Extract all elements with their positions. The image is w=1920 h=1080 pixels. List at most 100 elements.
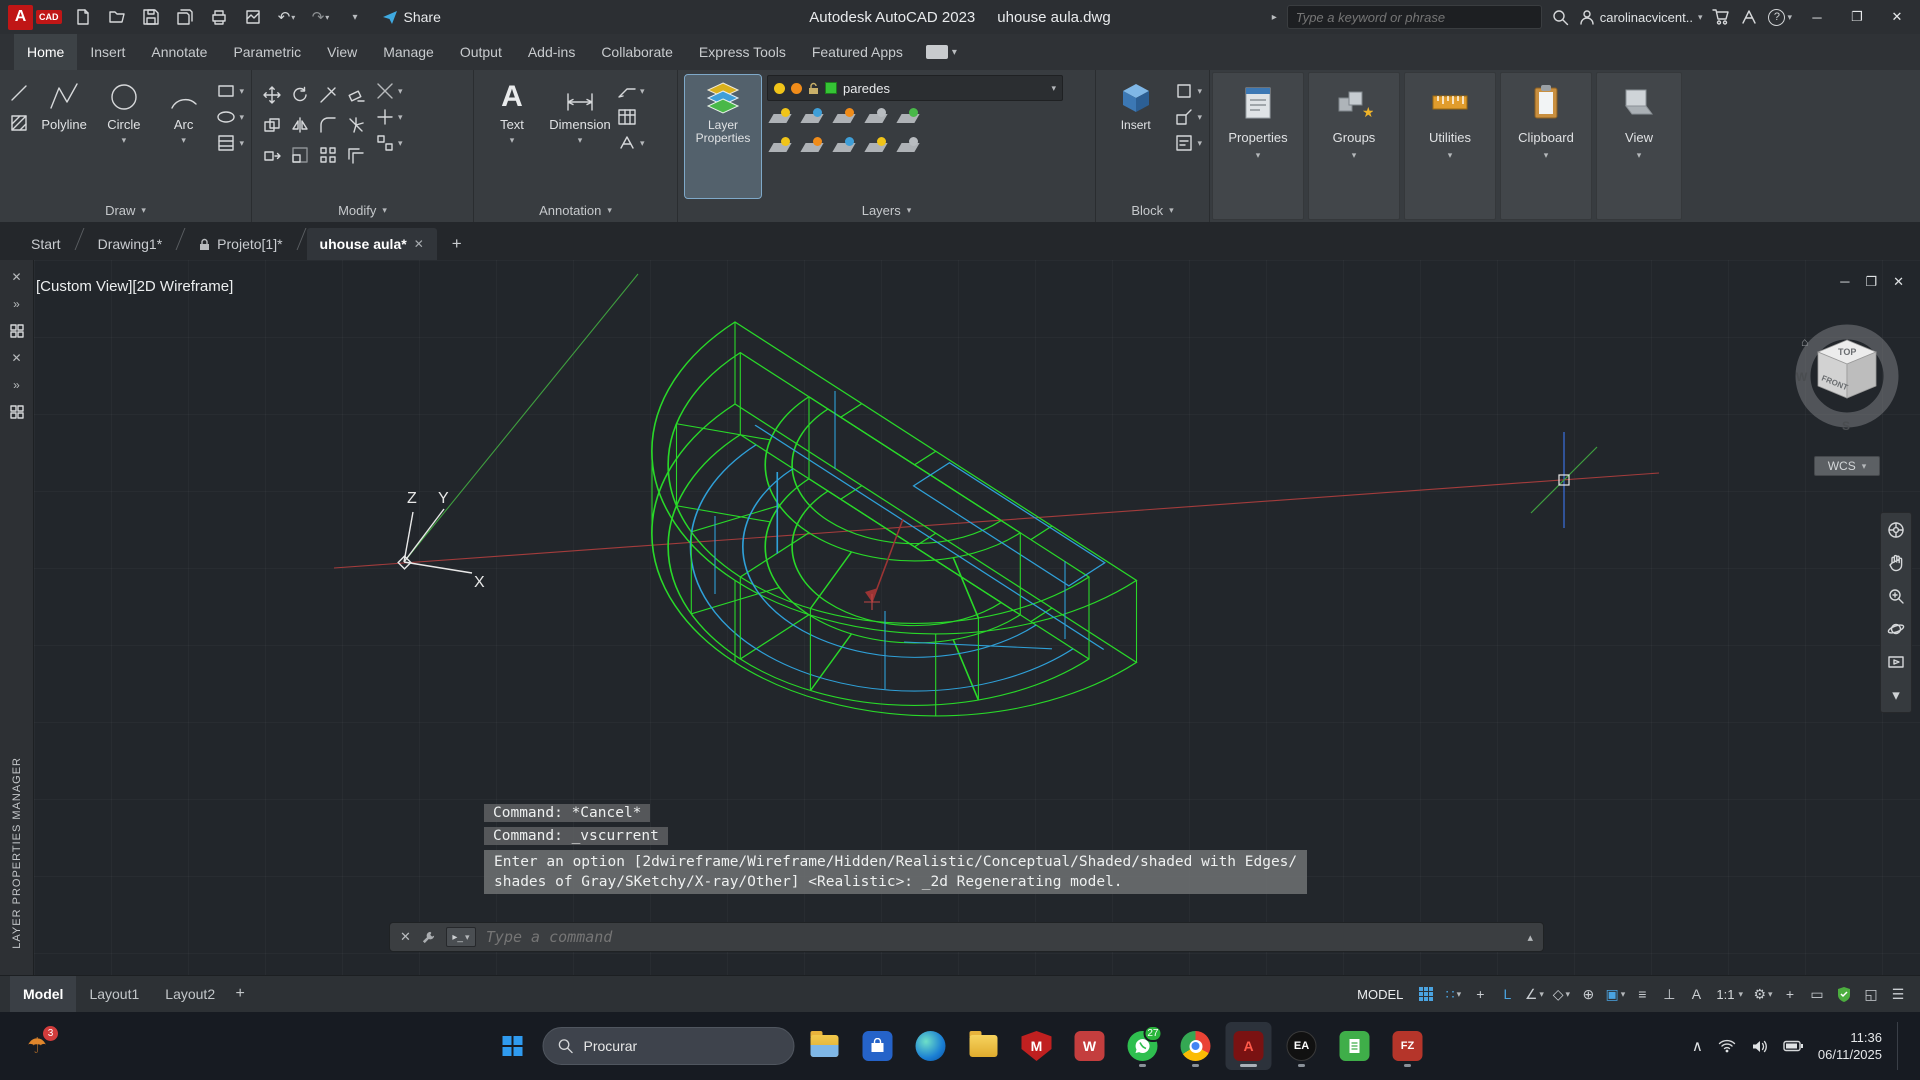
cart-icon[interactable] bbox=[1712, 8, 1730, 26]
modify-extra-3[interactable]: ▾ bbox=[375, 133, 403, 153]
workspace-switching-button[interactable]: ⚙▾ bbox=[1751, 982, 1775, 1006]
print-button[interactable] bbox=[206, 4, 232, 30]
tab-view[interactable]: View bbox=[314, 34, 370, 70]
taskbar-green-app[interactable] bbox=[1332, 1022, 1378, 1070]
annotation-monitor-toggle[interactable]: + bbox=[1778, 982, 1802, 1006]
layer-select[interactable]: paredes ▾ bbox=[767, 75, 1063, 101]
taskbar-search[interactable]: Procurar bbox=[543, 1027, 795, 1065]
command-input[interactable] bbox=[486, 928, 1518, 946]
trim-tool[interactable] bbox=[315, 81, 341, 109]
layer-isolate-tool[interactable] bbox=[799, 106, 825, 130]
recent-commands-button[interactable]: ▸_▾ bbox=[446, 927, 476, 947]
model-space-button[interactable]: MODEL bbox=[1349, 987, 1411, 1002]
file-tab-uhouse-aula[interactable]: uhouse aula* ✕ bbox=[307, 228, 437, 260]
share-button[interactable]: Share bbox=[382, 9, 441, 25]
battery-icon[interactable] bbox=[1783, 1040, 1803, 1052]
block-attributes-tool[interactable]: ▾ bbox=[1174, 133, 1202, 153]
clean-screen-toggle[interactable]: ◱ bbox=[1859, 982, 1883, 1006]
taskbar-file-explorer[interactable] bbox=[802, 1022, 848, 1070]
viewport-minimize-icon[interactable]: ─ bbox=[1840, 274, 1849, 290]
taskbar-filezilla[interactable]: FZ bbox=[1385, 1022, 1431, 1070]
search-icon[interactable] bbox=[1552, 9, 1569, 26]
undo-button[interactable]: ↶▾ bbox=[274, 4, 300, 30]
table-tool[interactable] bbox=[617, 107, 645, 127]
lineweight-toggle[interactable]: ≡ bbox=[1630, 982, 1654, 1006]
taskbar-autocad[interactable]: A bbox=[1226, 1022, 1272, 1070]
stretch-tool[interactable] bbox=[259, 141, 285, 169]
help-menu[interactable]: ? ▾ bbox=[1768, 9, 1792, 26]
layer-on-tool[interactable] bbox=[767, 135, 793, 159]
annotation-panel-footer[interactable]: Annotation▾ bbox=[474, 198, 677, 222]
tab-annotate[interactable]: Annotate bbox=[138, 34, 220, 70]
erase-tool[interactable] bbox=[343, 81, 369, 109]
taskbar-antivirus[interactable]: M bbox=[1014, 1022, 1060, 1070]
graphics-performance-toggle[interactable] bbox=[1832, 982, 1856, 1006]
ortho-toggle[interactable]: L bbox=[1495, 982, 1519, 1006]
new-file-button[interactable] bbox=[70, 4, 96, 30]
customization-button[interactable]: ☰ bbox=[1886, 982, 1910, 1006]
isodraft-toggle[interactable]: ◇▾ bbox=[1549, 982, 1573, 1006]
help-search-box[interactable] bbox=[1287, 5, 1542, 29]
taskbar-store[interactable] bbox=[855, 1022, 901, 1070]
dynamic-ucs-toggle[interactable]: ⊥ bbox=[1657, 982, 1681, 1006]
save-button[interactable] bbox=[138, 4, 164, 30]
annotation-scale-button[interactable]: 1:1▾ bbox=[1711, 987, 1748, 1002]
viewport-controls-label[interactable]: [Custom View][2D Wireframe] bbox=[36, 278, 233, 295]
palette-grid-icon[interactable] bbox=[8, 403, 26, 421]
copy-tool[interactable] bbox=[259, 111, 285, 139]
autocad-logo[interactable]: A CAD bbox=[8, 5, 62, 30]
panel-utilities[interactable]: Utilities ▾ bbox=[1404, 72, 1496, 220]
panel-groups[interactable]: ★ Groups ▾ bbox=[1308, 72, 1400, 220]
grid-toggle[interactable] bbox=[1414, 982, 1438, 1006]
layer-properties-button[interactable]: Layer Properties bbox=[685, 75, 761, 198]
new-layout-button[interactable]: + bbox=[228, 982, 252, 1006]
ellipse-tool[interactable]: ▾ bbox=[216, 107, 244, 127]
wifi-icon[interactable] bbox=[1718, 1039, 1736, 1053]
palette-close-icon[interactable]: ✕ bbox=[8, 349, 26, 367]
taskbar-edge[interactable] bbox=[908, 1022, 954, 1070]
modify-extra-1[interactable]: ▾ bbox=[375, 81, 403, 101]
tab-featured-apps[interactable]: Featured Apps bbox=[799, 34, 916, 70]
orbit-icon[interactable] bbox=[1885, 618, 1907, 640]
object-snap-toggle[interactable]: ▣▾ bbox=[1603, 982, 1627, 1006]
layer-freeze-tool[interactable] bbox=[831, 106, 857, 130]
tab-parametric[interactable]: Parametric bbox=[220, 34, 314, 70]
hidden-icons-chevron[interactable]: ∧ bbox=[1692, 1037, 1703, 1055]
palette-expand-icon[interactable]: » bbox=[8, 295, 26, 313]
tab-output[interactable]: Output bbox=[447, 34, 515, 70]
save-all-button[interactable] bbox=[172, 4, 198, 30]
annotation-visibility-toggle[interactable]: A bbox=[1684, 982, 1708, 1006]
steering-wheel-icon[interactable] bbox=[1885, 519, 1907, 541]
polyline-tool[interactable]: Polyline bbox=[37, 75, 91, 198]
help-search-input[interactable] bbox=[1296, 10, 1533, 25]
dimension-tool[interactable]: Dimension ▾ bbox=[549, 75, 611, 198]
restore-button[interactable]: ❐ bbox=[1842, 4, 1872, 30]
draw-panel-footer[interactable]: Draw▾ bbox=[0, 198, 251, 222]
taskbar-ea[interactable]: EA bbox=[1279, 1022, 1325, 1070]
minimize-button[interactable]: ─ bbox=[1802, 4, 1832, 30]
layout1-tab[interactable]: Layout1 bbox=[76, 976, 152, 1012]
wrench-icon[interactable] bbox=[421, 930, 436, 945]
zoom-icon[interactable] bbox=[1885, 585, 1907, 607]
isolate-objects-button[interactable]: ▭ bbox=[1805, 982, 1829, 1006]
user-menu[interactable]: carolinacvicent.. ▾ bbox=[1579, 9, 1703, 25]
layers-panel-footer[interactable]: Layers▾ bbox=[678, 198, 1095, 222]
open-file-button[interactable] bbox=[104, 4, 130, 30]
panel-properties[interactable]: Properties ▾ bbox=[1212, 72, 1304, 220]
showmotion-icon[interactable] bbox=[1885, 651, 1907, 673]
edit-block-tool[interactable]: ▾ bbox=[1174, 107, 1202, 127]
ribbon-display-toggle[interactable]: ▾ bbox=[926, 34, 957, 70]
panel-view[interactable]: View ▾ bbox=[1596, 72, 1682, 220]
model-viewport[interactable]: [Custom View][2D Wireframe] ─ ❐ ✕ Z Y bbox=[34, 260, 1920, 975]
palette-grid-icon[interactable] bbox=[8, 322, 26, 340]
file-tab-start[interactable]: Start bbox=[18, 228, 74, 260]
array-tool[interactable] bbox=[315, 141, 341, 169]
viewport-close-icon[interactable]: ✕ bbox=[1893, 274, 1904, 290]
command-line[interactable]: ✕ ▸_▾ ▴ bbox=[389, 922, 1544, 952]
tab-home[interactable]: Home bbox=[14, 34, 77, 70]
wcs-dropdown[interactable]: WCS ▾ bbox=[1814, 456, 1880, 476]
explode-tool[interactable] bbox=[343, 111, 369, 139]
layer-thaw-tool[interactable] bbox=[831, 135, 857, 159]
close-button[interactable]: ✕ bbox=[1882, 4, 1912, 30]
close-tab-icon[interactable]: ✕ bbox=[414, 237, 424, 251]
